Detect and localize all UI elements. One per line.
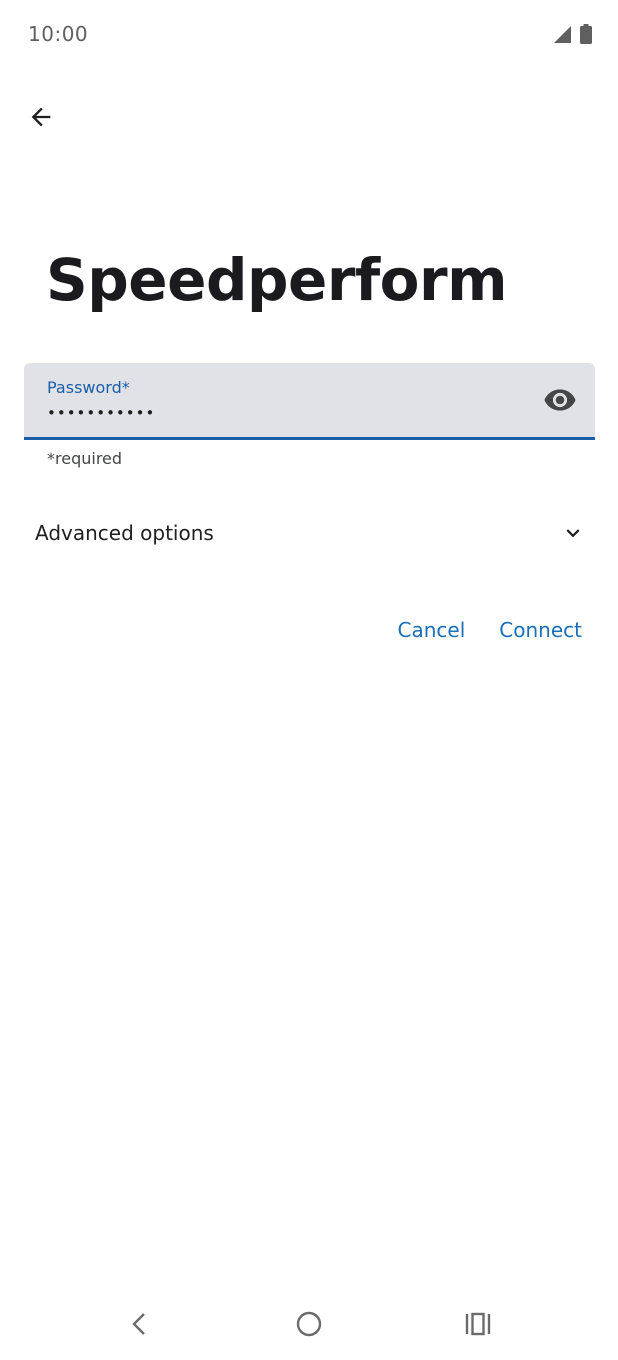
advanced-options-label: Advanced options [35, 521, 214, 545]
screen: 10:00 Speedperform Password* ••••••••••• [0, 0, 618, 1360]
cancel-button[interactable]: Cancel [386, 610, 478, 650]
advanced-options-toggle[interactable]: Advanced options [24, 506, 595, 560]
connect-button[interactable]: Connect [487, 610, 594, 650]
status-icons [552, 24, 592, 48]
nav-home-button[interactable] [289, 1306, 329, 1346]
nav-recents-icon [464, 1312, 492, 1340]
arrow-left-icon [27, 103, 55, 135]
navigation-bar [0, 1300, 618, 1350]
status-time: 10:00 [28, 22, 89, 46]
nav-home-icon [295, 1310, 323, 1342]
nav-back-icon [127, 1311, 151, 1341]
dialog-actions: Cancel Connect [386, 610, 594, 650]
password-helper-text: *required [47, 449, 123, 468]
nav-recents-button[interactable] [458, 1306, 498, 1346]
password-field[interactable]: Password* ••••••••••• [24, 363, 595, 440]
password-input[interactable]: ••••••••••• [47, 404, 507, 422]
chevron-down-icon [559, 519, 587, 547]
page-title: Speedperform [46, 246, 508, 314]
battery-icon [580, 24, 592, 48]
back-button[interactable] [20, 98, 62, 140]
signal-icon [552, 24, 572, 48]
password-visibility-toggle[interactable] [541, 383, 579, 421]
nav-back-button[interactable] [119, 1306, 159, 1346]
password-label: Password* [47, 378, 130, 397]
eye-icon [543, 383, 577, 421]
